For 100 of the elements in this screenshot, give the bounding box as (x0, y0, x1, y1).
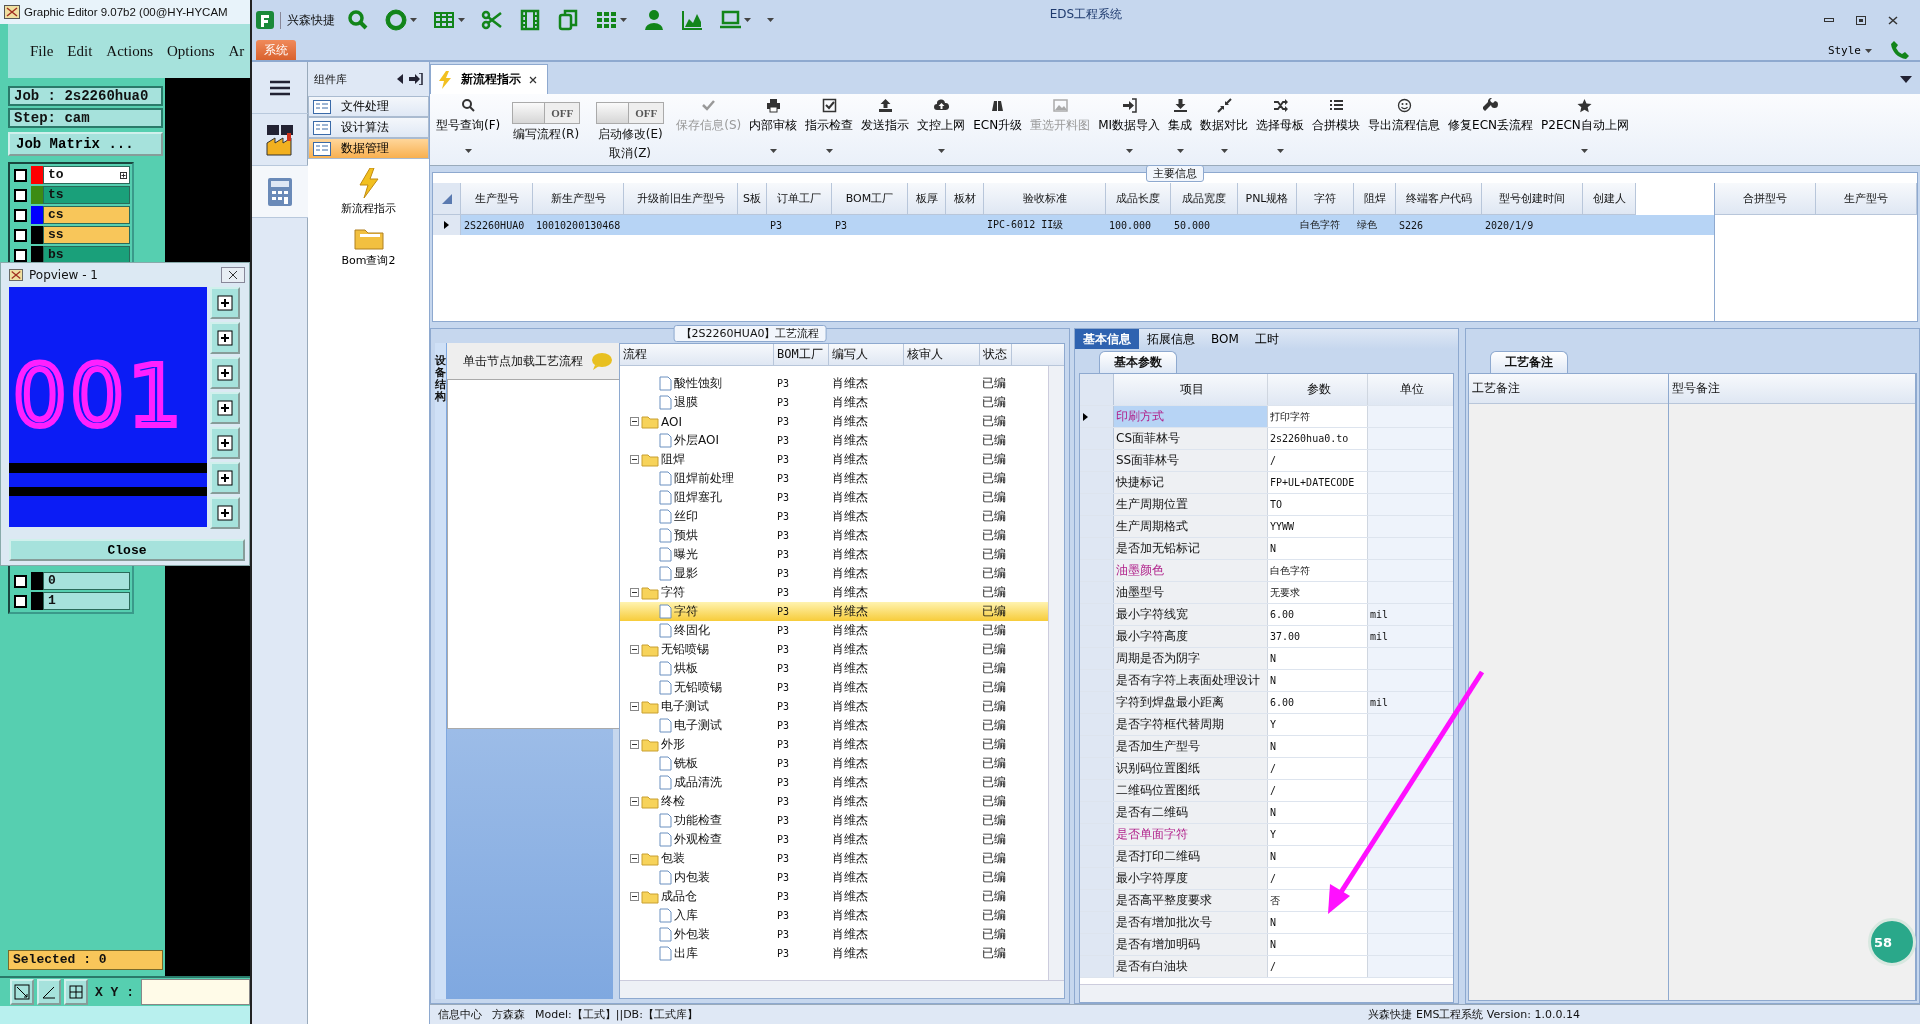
table-row[interactable]: 最小字符线宽 6.00 mil (1080, 604, 1453, 626)
table-row[interactable]: 是否打印二维码 N (1080, 846, 1453, 868)
library-item[interactable]: 数据管理 (308, 138, 429, 159)
tab[interactable]: 基本参数 (1099, 351, 1177, 373)
table-row[interactable]: 油墨颜色 白色字符 (1080, 560, 1453, 582)
column-header[interactable]: S板 (738, 183, 767, 215)
phone-icon[interactable] (1890, 40, 1910, 60)
minimize-icon[interactable] (1824, 17, 1834, 23)
checkbox[interactable] (14, 228, 27, 242)
toolbar-button[interactable]: 文控上网 (913, 98, 970, 165)
collapse-icon[interactable] (630, 740, 639, 749)
column-header[interactable]: 成品宽度 (1171, 183, 1238, 215)
table-row[interactable]: 是否有二维码 N (1080, 802, 1453, 824)
tree-row[interactable]: 铣板 P3 肖维杰 已编 (620, 754, 1048, 773)
row-header[interactable] (433, 215, 461, 235)
tree-row[interactable]: 无铅喷锡 P3 肖维杰 已编 (620, 678, 1048, 697)
collapse-icon[interactable] (630, 702, 639, 711)
view-tool-button[interactable] (210, 427, 240, 459)
collapse-icon[interactable] (630, 892, 639, 901)
tree-row[interactable]: 终检 P3 肖维杰 已编 (620, 792, 1048, 811)
module-button[interactable]: Bom查询2 (308, 225, 429, 269)
column-header[interactable]: 参数 (1268, 374, 1368, 405)
style-menu[interactable]: Style (1821, 43, 1878, 58)
toolbar-button[interactable]: 内部审核 (745, 98, 802, 165)
column-header[interactable]: BOM工厂 (774, 344, 829, 365)
tree-row[interactable]: 阻焊前处理 P3 肖维杰 已编 (620, 469, 1048, 488)
table-row[interactable]: 是否有增加批次号 N (1080, 912, 1453, 934)
column-header[interactable]: 流程 (620, 344, 774, 365)
pin-icon[interactable] (409, 73, 423, 85)
tree-row[interactable]: 阻焊 P3 肖维杰 已编 (620, 450, 1048, 469)
checkbox[interactable] (14, 208, 27, 222)
table-row[interactable]: 是否高平整度要求 否 (1080, 890, 1453, 912)
column-header[interactable]: 验收标准 (984, 183, 1106, 215)
measure-tool-button[interactable] (37, 979, 61, 1005)
tree-row[interactable]: 终固化 P3 肖维杰 已编 (620, 621, 1048, 640)
tree-row[interactable]: 烘板 P3 肖维杰 已编 (620, 659, 1048, 678)
close-icon[interactable] (1888, 15, 1898, 25)
table-icon[interactable] (433, 9, 455, 31)
tree-row[interactable]: 外包装 P3 肖维杰 已编 (620, 925, 1048, 944)
toolbar-button[interactable]: 修复ECN丢流程 (1444, 98, 1538, 165)
view-tool-button[interactable] (210, 462, 240, 494)
menu-item[interactable]: Actions (106, 42, 153, 60)
tree-row[interactable]: 预烘 P3 肖维杰 已编 (620, 526, 1048, 545)
close-button[interactable] (221, 267, 245, 283)
table-row[interactable]: 是否有白油块 / (1080, 956, 1453, 978)
layer-name[interactable]: ss (43, 226, 130, 244)
checkbox[interactable] (14, 594, 27, 608)
tree-row[interactable]: 包装 P3 肖维杰 已编 (620, 849, 1048, 868)
column-header[interactable]: 终端客户代码 (1396, 183, 1482, 215)
table-row[interactable]: 最小字符厚度 / (1080, 868, 1453, 890)
column-header[interactable]: 编写人 (829, 344, 904, 365)
table-row[interactable]: 最小字符高度 37.00 mil (1080, 626, 1453, 648)
toolbar-button[interactable]: 数据对比 (1196, 98, 1253, 165)
menu-item[interactable]: Options (167, 42, 215, 60)
side-tab[interactable]: 设备结构 (435, 343, 447, 999)
tree-row[interactable]: 曝光 P3 肖维杰 已编 (620, 545, 1048, 564)
film-icon[interactable] (519, 9, 541, 31)
collapse-icon[interactable] (630, 455, 639, 464)
laptop-icon[interactable] (719, 9, 741, 31)
column-header[interactable]: 字符 (1297, 183, 1354, 215)
toolbar-button[interactable]: 导出流程信息 (1364, 98, 1445, 165)
table-row[interactable]: 是否加无铅标记 N (1080, 538, 1453, 560)
toolbar-button[interactable]: ECN升级 (969, 98, 1027, 165)
column-header[interactable]: 单位 (1368, 374, 1453, 405)
tree-row[interactable]: 电子测试 P3 肖维杰 已编 (620, 697, 1048, 716)
restore-icon[interactable] (1856, 15, 1866, 25)
table-row[interactable]: SS面菲林号 / (1080, 450, 1453, 472)
column-header[interactable]: 升级前旧生产型号 (624, 183, 738, 215)
column-header[interactable]: 创建人 (1583, 183, 1636, 215)
toolbar-button[interactable]: 集成 (1164, 98, 1197, 165)
menu-item[interactable]: Edit (67, 42, 93, 60)
table-row[interactable]: 是否有字符上表面处理设计 N (1080, 670, 1453, 692)
toolbar-button[interactable]: MI数据导入 (1094, 98, 1165, 165)
close-button[interactable]: Close (9, 539, 245, 561)
column-header[interactable]: 阻焊 (1354, 183, 1396, 215)
table-row[interactable]: 识别码位置图纸 / (1080, 758, 1453, 780)
column-header[interactable]: 型号创建时间 (1482, 183, 1583, 215)
tab[interactable]: BOM (1203, 329, 1247, 349)
checkbox[interactable] (14, 574, 27, 588)
tab[interactable]: 拓展信息 (1139, 329, 1203, 349)
table-row[interactable]: 是否有增加明码 N (1080, 934, 1453, 956)
toolbar-button[interactable]: P2ECN自动上网 (1537, 98, 1633, 165)
collapse-left-icon[interactable] (397, 74, 403, 84)
tree-row[interactable]: AOI P3 肖维杰 已编 (620, 412, 1048, 431)
horizontal-scrollbar[interactable] (620, 980, 1064, 998)
toggle-switch[interactable]: OFF (596, 102, 665, 124)
library-item[interactable]: 文件处理 (308, 96, 429, 117)
tree-row[interactable]: 成品仓 P3 肖维杰 已编 (620, 887, 1048, 906)
view-tool-button[interactable] (210, 322, 240, 354)
tree-row[interactable]: 功能检查 P3 肖维杰 已编 (620, 811, 1048, 830)
grid-tool-button[interactable] (64, 979, 88, 1005)
column-header[interactable]: 生产型号 (1816, 183, 1917, 215)
column-header[interactable]: 板材 (946, 183, 984, 215)
column-header[interactable]: 生产型号 (461, 183, 533, 215)
selected-row[interactable]: 2S2260HUA0 10010200130468 P3 P3 IPC-6012 II级 100.000 50.000 白色字符 绿色 S226 2020/1/9 (461, 215, 1714, 235)
tree-row[interactable]: 酸性蚀刻 P3 肖维杰 已编 (620, 374, 1048, 393)
checkbox[interactable] (14, 168, 27, 182)
tab[interactable]: 工艺备注 (1490, 351, 1568, 373)
checkbox[interactable] (14, 188, 27, 202)
search-icon[interactable] (347, 9, 369, 31)
